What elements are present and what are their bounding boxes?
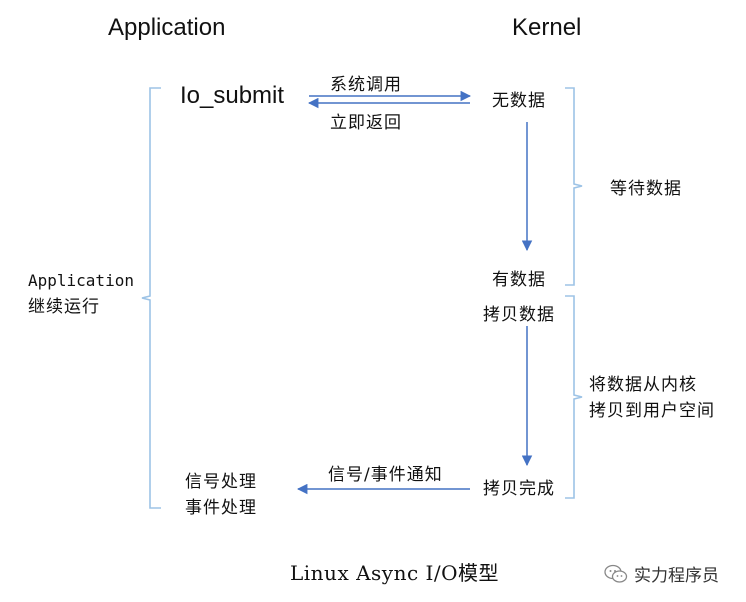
watermark-text: 实力程序员 [634, 566, 719, 586]
application-header: Application [108, 14, 226, 41]
wait-data-phase: 等待数据 [610, 179, 682, 199]
copy-data-label: 拷贝数据 [483, 305, 555, 325]
notify-label: 信号/事件通知 [328, 465, 443, 485]
wait-data-bracket [565, 87, 583, 286]
copy-phase-line1: 将数据从内核 [589, 375, 697, 395]
app-continue-line2: 继续运行 [28, 297, 100, 317]
syscall-label: 系统调用 [330, 75, 402, 95]
kernel-header: Kernel [512, 14, 582, 41]
copy-phase-label: 将数据从内核 拷贝到用户空间 [589, 372, 715, 424]
no-data-label: 无数据 [492, 91, 546, 111]
copy-phase-line2: 拷贝到用户空间 [589, 401, 715, 421]
watermark: 实力程序员 [604, 561, 719, 586]
copy-data-bracket [565, 295, 583, 499]
io-submit-label: Io_submit [180, 82, 285, 109]
app-running-bracket [141, 87, 161, 509]
has-data-label: 有数据 [492, 270, 546, 290]
app-continue-label: Application 继续运行 [28, 268, 134, 320]
diagram-caption: Linux Async I/O模型 [290, 561, 500, 585]
wechat-icon [604, 564, 628, 583]
return-label: 立即返回 [330, 113, 402, 133]
app-continue-line1: Application [28, 271, 134, 290]
handle-line2: 事件处理 [185, 498, 257, 518]
handle-label: 信号处理 事件处理 [185, 469, 257, 521]
copy-done-label: 拷贝完成 [483, 479, 555, 499]
handle-line1: 信号处理 [185, 472, 257, 492]
